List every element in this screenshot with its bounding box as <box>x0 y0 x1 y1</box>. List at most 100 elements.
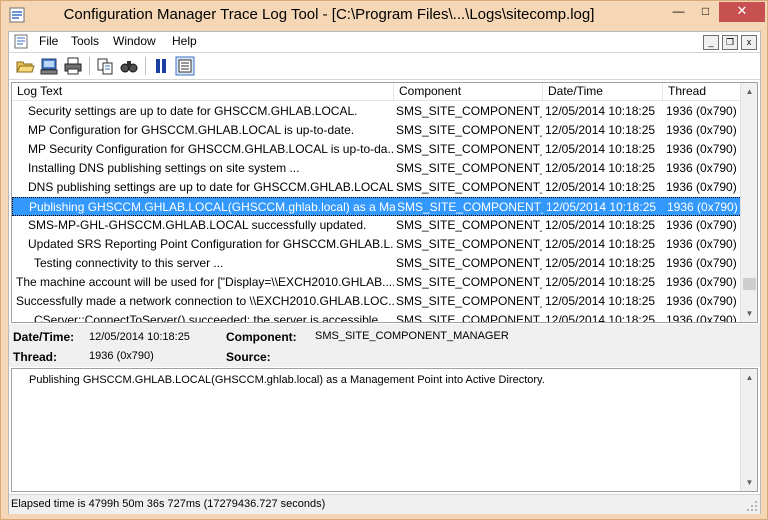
thread-cell: 1936 (0x790) <box>666 313 737 323</box>
component-cell: SMS_SITE_COMPONENT_M <box>396 275 542 289</box>
column-header-log-text[interactable]: Log Text <box>12 83 394 101</box>
component-value: SMS_SITE_COMPONENT_MANAGER <box>315 330 509 342</box>
table-row[interactable]: DNS publishing settings are up to date f… <box>12 178 742 197</box>
list-header: Log Text Component Date/Time Thread <box>12 83 742 101</box>
log-text-cell: Successfully made a network connection t… <box>16 294 394 308</box>
table-row[interactable]: MP Security Configuration for GHSCCM.GHL… <box>12 140 742 159</box>
copy-icon[interactable] <box>95 56 115 76</box>
thread-value: 1936 (0x790) <box>89 350 154 362</box>
datetime-cell: 12/05/2014 10:18:25 <box>545 180 656 194</box>
datetime-cell: 12/05/2014 10:18:25 <box>545 161 656 175</box>
menu-file[interactable]: File <box>39 34 58 48</box>
component-cell: SMS_SITE_COMPONENT_M <box>396 123 542 137</box>
app-window: Configuration Manager Trace Log Tool - [… <box>0 0 768 520</box>
pause-icon[interactable] <box>151 56 171 76</box>
print-icon[interactable] <box>63 56 83 76</box>
component-cell: SMS_SITE_COMPONENT_M <box>396 142 542 156</box>
document-icon[interactable] <box>14 34 28 49</box>
column-header-component[interactable]: Component <box>394 83 543 101</box>
find-icon[interactable] <box>119 56 139 76</box>
column-header-thread[interactable]: Thread <box>663 83 742 101</box>
datetime-cell: 12/05/2014 10:18:25 <box>545 294 656 308</box>
open-icon[interactable] <box>15 56 35 76</box>
table-row[interactable]: Updated SRS Reporting Point Configuratio… <box>12 235 742 254</box>
client-area: File Tools Window Help _ ❐ x Log Text Co… <box>8 31 761 514</box>
table-row[interactable]: SMS-MP-GHL-GHSCCM.GHLAB.LOCAL successful… <box>12 216 742 235</box>
thread-label: Thread: <box>13 350 58 364</box>
menu-window[interactable]: Window <box>113 34 156 48</box>
thread-cell: 1936 (0x790) <box>666 180 737 194</box>
resize-grip-icon[interactable] <box>746 500 758 512</box>
log-text-cell: Updated SRS Reporting Point Configuratio… <box>28 237 394 251</box>
title-bar[interactable]: Configuration Manager Trace Log Tool - [… <box>1 1 767 31</box>
log-text-cell: DNS publishing settings are up to date f… <box>28 180 394 194</box>
scroll-down-arrow[interactable]: ▼ <box>741 474 758 491</box>
maximize-button[interactable]: □ <box>692 2 719 22</box>
thread-cell: 1936 (0x790) <box>666 218 737 232</box>
thread-cell: 1936 (0x790) <box>666 237 737 251</box>
datetime-cell: 12/05/2014 10:18:25 <box>545 275 656 289</box>
scroll-up-arrow[interactable]: ▲ <box>741 369 758 386</box>
thread-cell: 1936 (0x790) <box>666 142 737 156</box>
datetime-cell: 12/05/2014 10:18:25 <box>545 142 656 156</box>
datetime-cell: 12/05/2014 10:18:25 <box>545 256 656 270</box>
log-text-cell: Testing connectivity to this server ... <box>34 256 224 270</box>
column-header-datetime[interactable]: Date/Time <box>543 83 663 101</box>
mdi-close-button[interactable]: x <box>741 35 757 50</box>
scroll-thumb[interactable] <box>743 277 756 290</box>
thread-cell: 1936 (0x790) <box>667 200 738 214</box>
vertical-scrollbar[interactable]: ▲ ▼ <box>740 83 757 322</box>
toolbar-separator <box>89 57 90 75</box>
log-text-cell: MP Configuration for GHSCCM.GHLAB.LOCAL … <box>28 123 355 137</box>
log-text-cell: Security settings are up to date for GHS… <box>28 104 358 118</box>
toolbar-separator <box>145 57 146 75</box>
log-text-cell: SMS-MP-GHL-GHSCCM.GHLAB.LOCAL successful… <box>28 218 367 232</box>
mdi-minimize-button[interactable]: _ <box>703 35 719 50</box>
highlight-icon[interactable] <box>175 56 195 76</box>
thread-cell: 1936 (0x790) <box>666 256 737 270</box>
datetime-cell: 12/05/2014 10:18:25 <box>545 104 656 118</box>
message-scrollbar[interactable]: ▲ ▼ <box>740 369 757 491</box>
thread-cell: 1936 (0x790) <box>666 161 737 175</box>
table-row[interactable]: The machine account will be used for ["D… <box>12 273 742 292</box>
component-cell: SMS_SITE_COMPONENT_M <box>396 180 542 194</box>
log-text-cell: Installing DNS publishing settings on si… <box>28 161 300 175</box>
details-panel: Date/Time: 12/05/2014 10:18:25 Component… <box>9 324 760 367</box>
datetime-cell: 12/05/2014 10:18:25 <box>545 218 656 232</box>
thread-cell: 1936 (0x790) <box>666 104 737 118</box>
component-cell: SMS_SITE_COMPONENT_M <box>397 200 543 214</box>
toolbar <box>9 52 760 80</box>
component-cell: SMS_SITE_COMPONENT_M <box>396 161 542 175</box>
datetime-cell: 12/05/2014 10:18:25 <box>545 313 656 323</box>
thread-cell: 1936 (0x790) <box>666 294 737 308</box>
menu-bar: File Tools Window Help _ ❐ x <box>9 32 760 52</box>
table-row[interactable]: CServer::ConnectToServer() succeeded: th… <box>12 311 742 323</box>
table-row[interactable]: Successfully made a network connection t… <box>12 292 742 311</box>
scroll-up-arrow[interactable]: ▲ <box>741 83 757 100</box>
component-cell: SMS_SITE_COMPONENT_M <box>396 294 542 308</box>
table-row[interactable]: MP Configuration for GHSCCM.GHLAB.LOCAL … <box>12 121 742 140</box>
menu-help[interactable]: Help <box>172 34 197 48</box>
print-setup-icon[interactable] <box>39 56 59 76</box>
log-text-cell: Publishing GHSCCM.GHLAB.LOCAL(GHSCCM.ghl… <box>29 200 395 214</box>
mdi-restore-button[interactable]: ❐ <box>722 35 738 50</box>
datetime-cell: 12/05/2014 10:18:25 <box>545 123 656 137</box>
table-row[interactable]: Security settings are up to date for GHS… <box>12 102 742 121</box>
message-box[interactable]: Publishing GHSCCM.GHLAB.LOCAL(GHSCCM.ghl… <box>11 368 758 492</box>
status-text: Elapsed time is 4799h 50m 36s 727ms (172… <box>11 498 326 510</box>
log-text-cell: MP Security Configuration for GHSCCM.GHL… <box>28 142 394 156</box>
log-list[interactable]: Log Text Component Date/Time Thread Secu… <box>11 82 758 323</box>
table-row-selected[interactable]: Publishing GHSCCM.GHLAB.LOCAL(GHSCCM.ghl… <box>12 197 742 216</box>
log-text-cell: The machine account will be used for ["D… <box>16 275 394 289</box>
table-row[interactable]: Testing connectivity to this server ... S… <box>12 254 742 273</box>
message-text: Publishing GHSCCM.GHLAB.LOCAL(GHSCCM.ghl… <box>29 374 545 386</box>
minimize-button[interactable]: — <box>665 2 692 22</box>
datetime-cell: 12/05/2014 10:18:25 <box>545 237 656 251</box>
close-button[interactable]: ✕ <box>719 2 765 22</box>
component-cell: SMS_SITE_COMPONENT_M <box>396 256 542 270</box>
menu-tools[interactable]: Tools <box>71 34 99 48</box>
scroll-down-arrow[interactable]: ▼ <box>741 305 757 322</box>
table-row[interactable]: Installing DNS publishing settings on si… <box>12 159 742 178</box>
component-cell: SMS_SITE_COMPONENT_M <box>396 313 542 323</box>
window-title: Configuration Manager Trace Log Tool - [… <box>63 6 595 23</box>
